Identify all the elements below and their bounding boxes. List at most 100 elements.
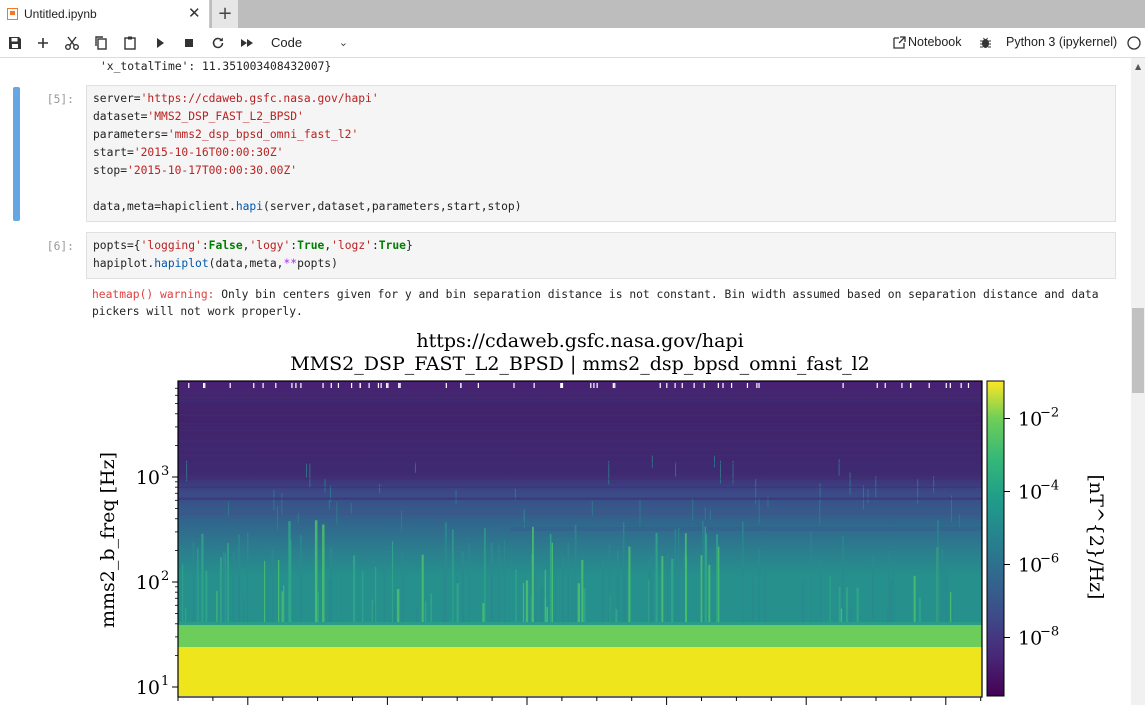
heatmap-spike (639, 500, 641, 527)
heatmap-spike (515, 569, 517, 622)
heatmap-spike (717, 546, 720, 622)
y-tick-label: 10 (136, 572, 160, 594)
heatmap-spike (534, 569, 537, 622)
heatmap-spike (317, 591, 320, 622)
heatmap-gap (730, 383, 733, 388)
heatmap-spike (705, 533, 708, 622)
heatmap-gap (884, 383, 886, 388)
heatmap-spike (350, 502, 352, 514)
heatmap-gap (659, 383, 661, 388)
heatmap-spike (424, 601, 427, 622)
heatmap-spike (371, 599, 374, 622)
heatmap-gap (533, 383, 535, 388)
heatmap-spike (288, 521, 291, 622)
heatmap-gap (703, 383, 705, 388)
heatmap-spike (498, 545, 500, 622)
notebook-scrollbar[interactable]: ▲ (1131, 58, 1145, 705)
heatmap-stripe (178, 396, 982, 398)
heatmap-spike (856, 587, 859, 622)
heatmap-gap (359, 383, 361, 388)
heatmap-spike (306, 463, 308, 478)
heatmap-gap (445, 383, 447, 388)
y-axis-ticks: 10 110 210 3 (136, 387, 178, 699)
heatmap-stripe (178, 486, 982, 488)
heatmap-gap (945, 383, 947, 388)
heatmap-spike (278, 559, 280, 622)
heatmap-spike (702, 520, 704, 622)
heatmap-spike (549, 534, 552, 622)
scroll-up-icon[interactable]: ▲ (1135, 62, 1141, 71)
heatmap-gap (593, 383, 595, 388)
heatmap-spike (562, 557, 565, 622)
heatmap-gap (928, 383, 930, 388)
heatmap-spike (615, 609, 618, 622)
y-tick-label: 10 (136, 467, 160, 489)
heatmap-gap (350, 383, 353, 388)
heatmap-spike (283, 585, 285, 622)
heatmap-spike (716, 534, 718, 622)
heatmap-spike (227, 543, 229, 622)
heatmap-spike (684, 533, 687, 622)
heatmap-spike (430, 593, 433, 622)
heatmap-spike (219, 557, 222, 622)
heatmap-area[interactable] (178, 381, 982, 696)
heatmap-spike (713, 455, 715, 468)
heatmap-spike (522, 583, 525, 622)
heatmap-spike (490, 542, 493, 622)
heatmap-spike (958, 514, 960, 528)
heatmap-spike (838, 586, 841, 622)
heatmap-spike (583, 588, 586, 622)
heatmap-spike (353, 555, 356, 622)
heatmap-spike (503, 540, 505, 622)
heatmap-spike (281, 591, 283, 622)
heatmap-spike (523, 510, 525, 522)
colorbar-label: [nT^{2}/Hz] (1085, 475, 1107, 600)
heatmap-gap (758, 383, 760, 388)
heatmap-spike (205, 570, 208, 622)
heatmap-gap (842, 383, 844, 388)
heatmap-spike (309, 463, 311, 488)
heatmap-spike (949, 591, 952, 622)
heatmap-spike (591, 500, 593, 516)
colorbar-tick-exponent: −4 (1040, 479, 1059, 494)
y-tick-exponent: 3 (161, 464, 169, 479)
heatmap-spike (850, 605, 852, 622)
heatmap-spike (937, 520, 939, 622)
heatmap-spike (913, 575, 916, 622)
heatmap-spike (692, 497, 694, 521)
heatmap-spike (946, 574, 949, 622)
heatmap-gap (300, 383, 302, 388)
heatmap-spike (829, 575, 831, 622)
heatmap-gap (291, 383, 293, 388)
heatmap-gap (596, 383, 598, 388)
y-tick-label: 10 (136, 677, 160, 699)
heatmap-spike (648, 579, 650, 622)
heatmap-gap (262, 383, 264, 388)
scroll-thumb[interactable] (1132, 308, 1144, 393)
heatmap-spike (264, 560, 266, 622)
chart-title: https://cdaweb.gsfc.nasa.gov/hapi (416, 330, 743, 352)
heatmap-gap (460, 383, 462, 388)
heatmap-spike (373, 605, 376, 622)
heatmap-stripe (178, 454, 982, 456)
colorbar-tick-exponent: −6 (1040, 552, 1059, 567)
heatmap-spike (197, 547, 199, 622)
heatmap-spike (842, 536, 844, 622)
heatmap-spike (944, 566, 947, 622)
heatmap-spike (525, 580, 529, 622)
heatmap-spike (532, 526, 534, 622)
heatmap-spike (820, 557, 822, 622)
heatmap-spike (452, 529, 454, 622)
heatmap-spike (871, 557, 874, 622)
heatmap-gap (188, 383, 190, 388)
heatmap-gap (380, 383, 382, 388)
heatmap-spike (184, 608, 187, 622)
heatmap-spike (341, 567, 343, 622)
heatmap-gap (275, 383, 277, 388)
heatmap-spike (628, 546, 631, 622)
colorbar (986, 380, 1005, 697)
heatmap-spike (567, 542, 570, 622)
heatmap-spike (232, 552, 235, 622)
heatmap-stripe (178, 498, 982, 500)
heatmap-spike (846, 587, 848, 622)
